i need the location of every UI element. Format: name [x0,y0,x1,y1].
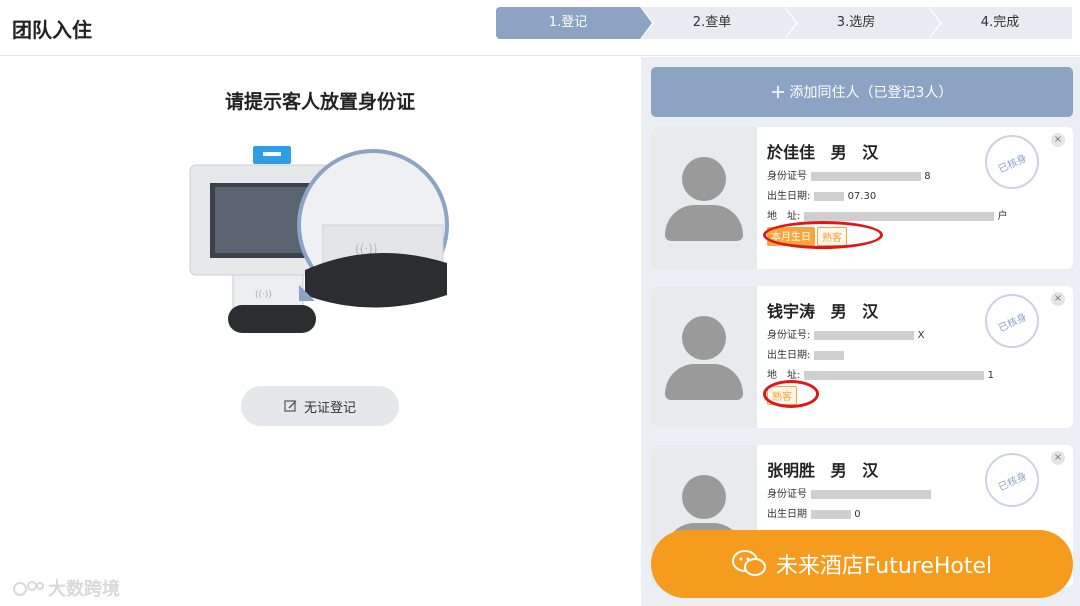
guest-name-line: 於佳佳 男 汉 [767,139,888,163]
step-register: 1.登记 [496,7,654,39]
id-label: 身份证号 [767,489,807,500]
avatar-head-icon [682,316,726,360]
stamp-text: 已核身 [996,311,1029,335]
guest-dob-row: 出生日期 0 [767,505,861,520]
address-tail: 1 [987,370,994,381]
redacted-mask [811,489,931,499]
dob-label: 出生日期: [767,191,811,202]
close-icon[interactable]: × [1051,133,1065,147]
guest-id-row: 身份证号 8 [767,167,931,182]
step-label: 2.查单 [692,15,732,30]
guest-name: 钱宇涛 [767,302,816,321]
avatar-head-icon [682,475,726,519]
redacted-mask [814,350,845,360]
guest-id-row: 身份证号: X [767,326,924,341]
page-title: 团队入住 [12,18,92,42]
avatar-body-icon [665,364,743,400]
close-icon[interactable]: × [1051,451,1065,465]
svg-text:((·)): ((·)) [255,290,272,300]
no-id-register-label: 无证登记 [303,400,356,416]
guest-card[interactable]: 钱宇涛 男 汉 身份证号: X 出生日期: 地 址: 1 熟客 已核身 × [651,286,1073,428]
step-select-room: 3.选房 [784,7,942,39]
guest-address-row: 地 址: 户 [767,207,1008,222]
avatar [651,127,757,269]
confirm-button[interactable]: 未来酒店FutureHotel [651,530,1073,598]
step-complete: 4.完成 [928,7,1072,39]
avatar [651,286,757,428]
highlight-ring [763,221,883,249]
dob-label: 出生日期: [767,350,811,361]
dob-label: 出生日期 [767,509,807,520]
address-tail: 户 [997,211,1008,222]
id-tail: X [917,330,925,341]
id-scan-panel: 请提示客人放置身份证 ((·)) ((·)) 无证登记 大数跨境 [0,57,640,606]
watermark-text: 大数跨境 [48,579,120,600]
guest-ethnicity: 汉 [862,143,879,162]
redacted-mask [811,509,851,519]
plus-icon [771,86,784,98]
id-tail: 8 [924,171,931,182]
top-bar: 团队入住 1.登记 2.查单 3.选房 4.完成 [0,0,1080,56]
redacted-mask [804,211,995,221]
guest-dob-row: 出生日期: [767,346,845,361]
id-label: 身份证号 [767,171,807,182]
verified-stamp: 已核身 [985,135,1039,189]
stamp-text: 已核身 [996,152,1029,176]
guest-ethnicity: 汉 [862,461,879,480]
step-label: 3.选房 [836,15,876,30]
verified-stamp: 已核身 [985,294,1039,348]
redacted-mask [804,370,985,380]
step-label: 1.登记 [548,15,588,30]
brand-logo-icon [13,581,44,596]
redacted-mask [814,330,915,340]
guest-dob-row: 出生日期: 07.30 [767,187,876,202]
dob-tail: 07.30 [847,191,877,202]
step-progress: 1.登记 2.查单 3.选房 4.完成 [496,7,1072,39]
wechat-icon [731,550,766,576]
redacted-mask [814,191,845,201]
edit-icon [284,400,297,412]
step-label: 4.完成 [980,15,1020,30]
address-label: 地 址: [767,211,801,222]
guest-gender: 男 [830,143,847,162]
guest-address-row: 地 址: 1 [767,366,994,381]
guest-list-panel: 添加同住人（已登记3人） 於佳佳 男 汉 身份证号 8 出生日期: 07.30 … [641,57,1080,606]
guest-name-line: 钱宇涛 男 汉 [767,298,888,322]
close-icon[interactable]: × [1051,292,1065,306]
guest-name: 於佳佳 [767,143,816,162]
guest-ethnicity: 汉 [862,302,879,321]
guest-id-row: 身份证号 [767,485,931,500]
id-reader-kiosk-illustration: ((·)) ((·)) [189,146,449,333]
highlight-ring [763,380,819,408]
add-roommate-label: 添加同住人（已登记3人） [789,85,953,101]
dob-tail: 0 [854,509,861,520]
banner-text: 未来酒店FutureHotel [775,554,993,579]
guest-card[interactable]: 於佳佳 男 汉 身份证号 8 出生日期: 07.30 地 址: 户 本月生日 熟… [651,127,1073,269]
verified-stamp: 已核身 [985,453,1039,507]
guest-name-line: 张明胜 男 汉 [767,457,888,481]
add-roommate-button[interactable]: 添加同住人（已登记3人） [651,67,1073,117]
avatar-body-icon [665,205,743,241]
watermark: 大数跨境 [12,575,120,601]
redacted-mask [811,171,921,181]
guest-name: 张明胜 [767,461,816,480]
step-check-order: 2.查单 [640,7,798,39]
id-label: 身份证号: [767,330,811,341]
scan-prompt: 请提示客人放置身份证 [224,91,415,113]
guest-gender: 男 [830,461,847,480]
no-id-register-button[interactable]: 无证登记 [241,386,399,426]
guest-gender: 男 [830,302,847,321]
avatar-head-icon [682,157,726,201]
stamp-text: 已核身 [996,470,1029,494]
